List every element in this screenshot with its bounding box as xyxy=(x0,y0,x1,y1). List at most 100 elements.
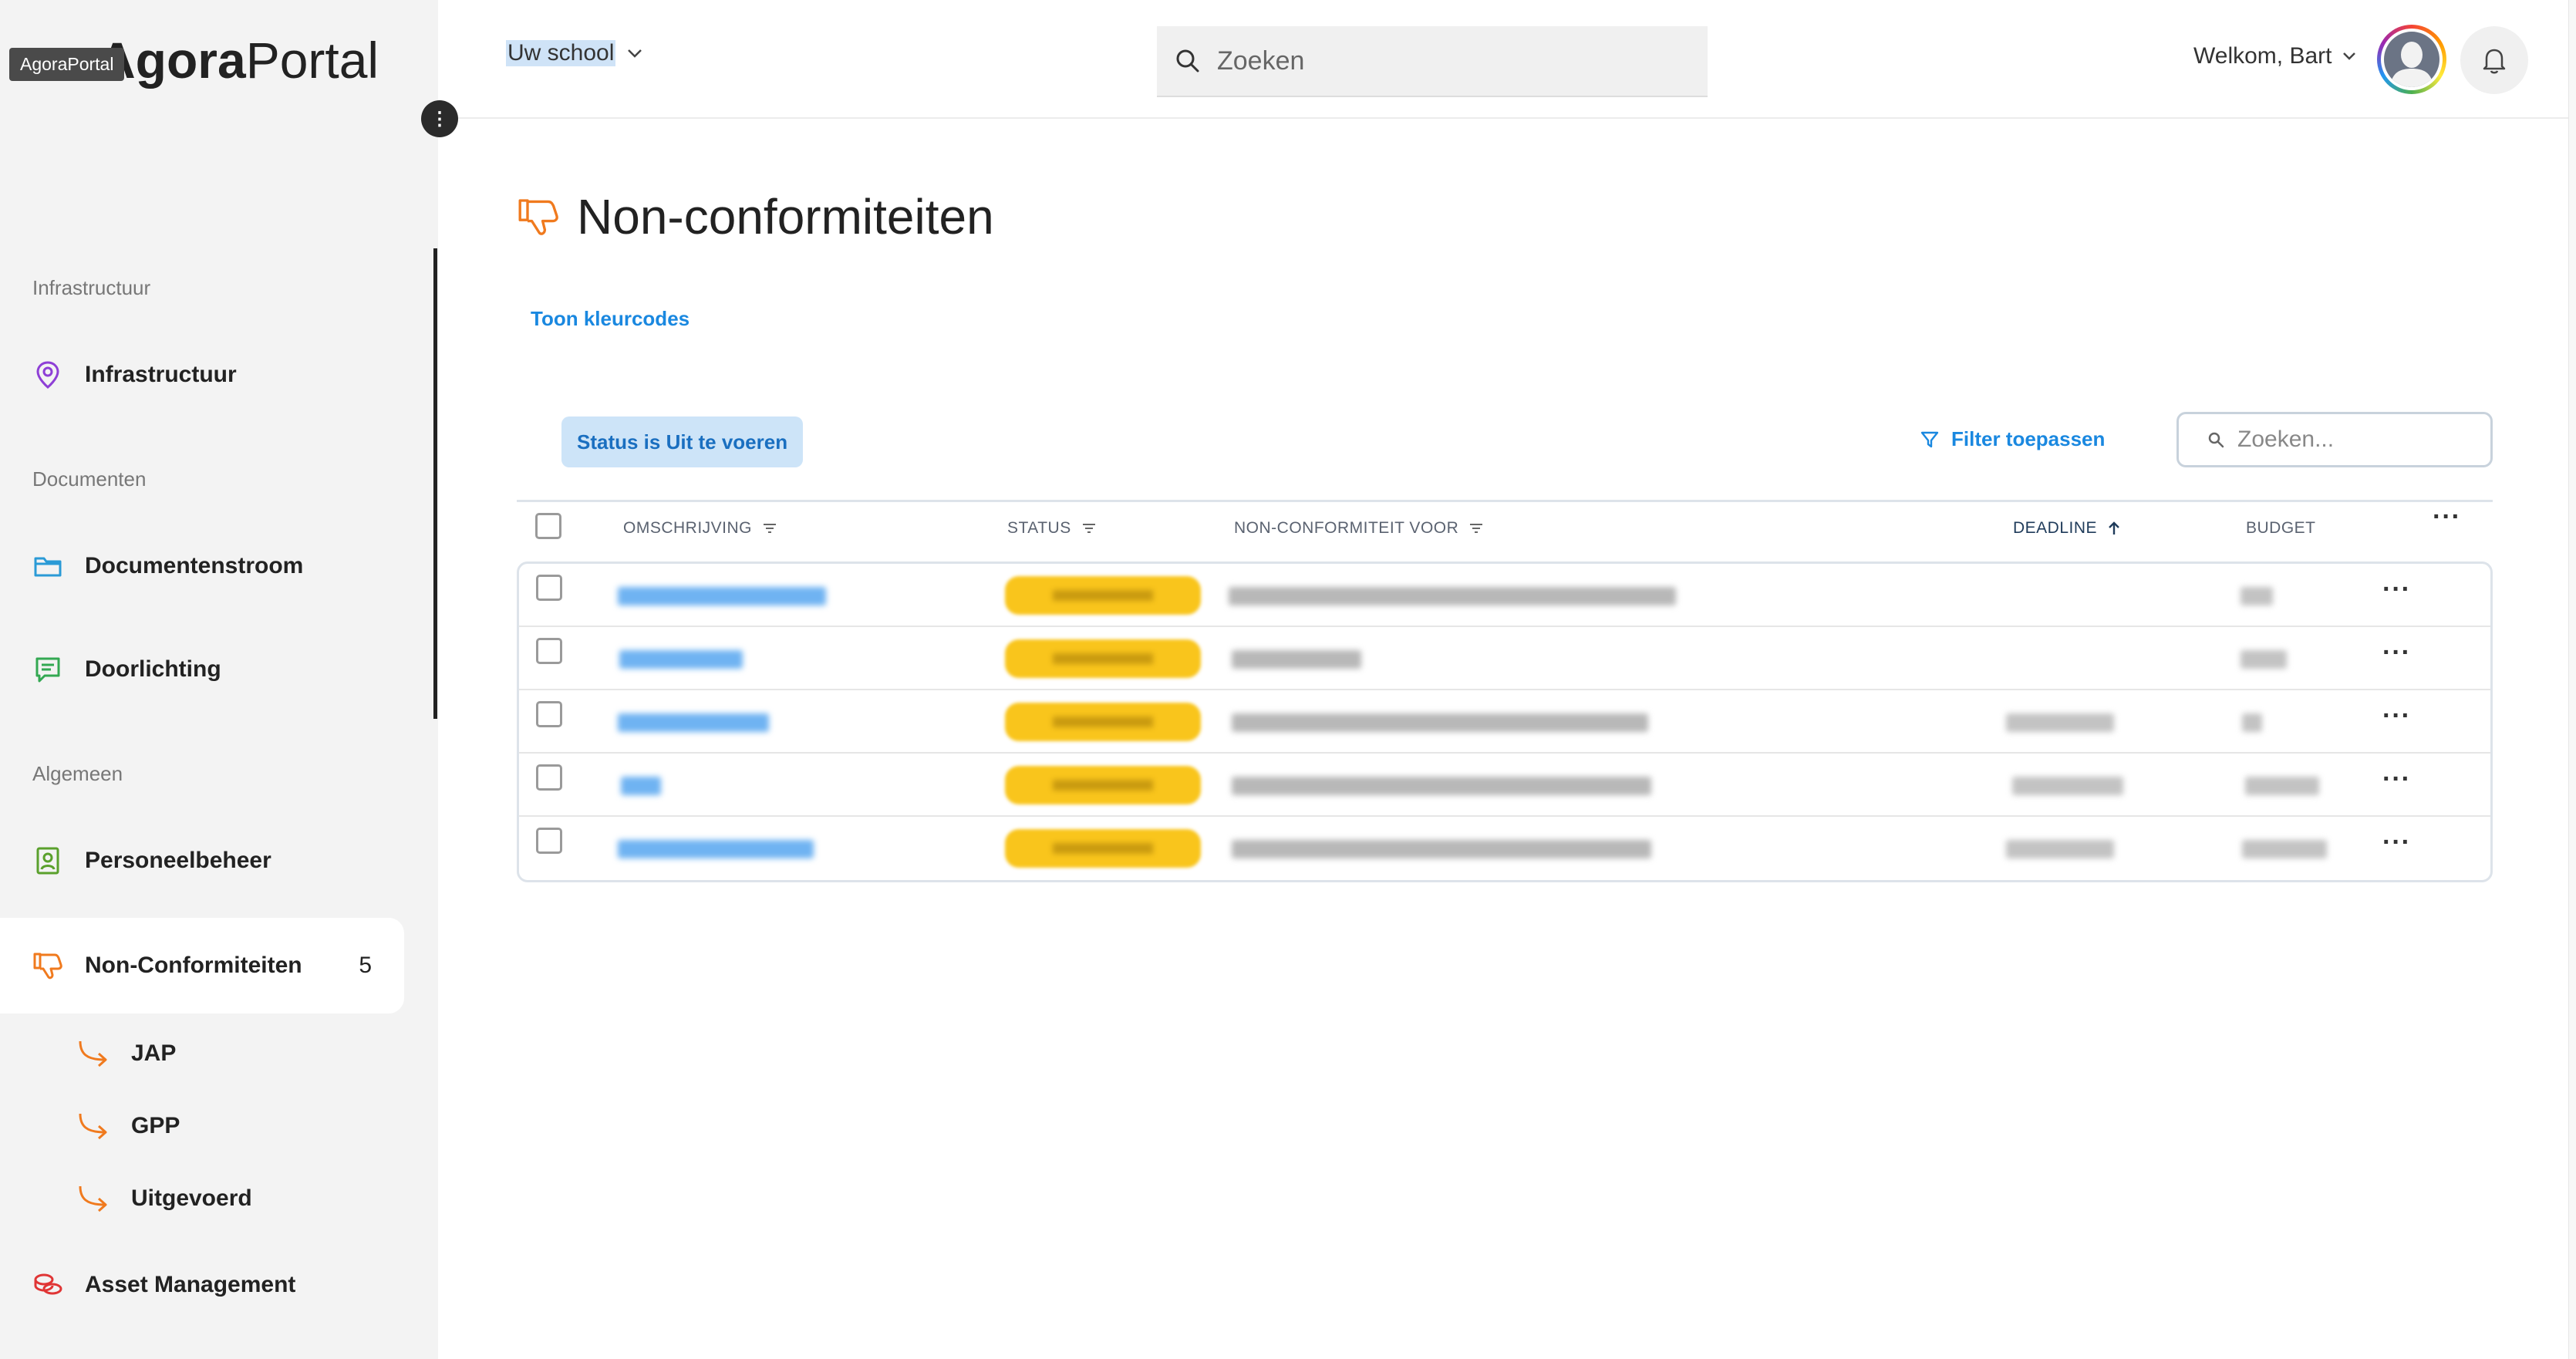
table-search-input[interactable]: Zoeken... xyxy=(2176,412,2493,467)
row-checkbox[interactable] xyxy=(536,575,562,601)
column-label: STATUS xyxy=(1007,519,1071,537)
sub-arrow-icon xyxy=(79,1113,107,1140)
thumbs-down-icon xyxy=(518,199,558,235)
column-options-button[interactable]: ··· xyxy=(2433,502,2461,532)
school-select[interactable]: Uw school xyxy=(506,40,643,66)
row-budget: redacted xyxy=(2242,840,2327,858)
sidebar-item-doorlichting[interactable]: Doorlichting xyxy=(0,622,404,717)
page-title: Non-conformiteiten xyxy=(577,189,994,244)
column-header-omschrijving[interactable]: OMSCHRIJVING xyxy=(623,519,777,538)
page-scrollbar[interactable] xyxy=(2568,0,2576,1359)
page-header: Non-conformiteiten xyxy=(517,188,994,245)
row-nc-for: redacted xyxy=(1232,713,1648,732)
sidebar-subitem-gpp[interactable]: GPP xyxy=(77,1103,180,1149)
row-checkbox[interactable] xyxy=(536,638,562,664)
table-row[interactable]: redacted redacted redacted redacted ··· xyxy=(519,754,2490,817)
row-status xyxy=(1005,766,1201,804)
logo-tooltip: AgoraPortal xyxy=(9,48,125,81)
sidebar-subitem-label: GPP xyxy=(131,1113,180,1138)
avatar[interactable] xyxy=(2377,25,2446,94)
column-header-non-conformiteit-voor[interactable]: NON-CONFORMITEIT VOOR xyxy=(1234,519,1483,538)
row-status xyxy=(1005,639,1201,678)
sidebar-subitem-label: JAP xyxy=(131,1040,177,1066)
sidebar-item-non-conformiteiten[interactable]: Non-Conformiteiten 5 xyxy=(0,918,404,1013)
show-color-codes-link[interactable]: Toon kleurcodes xyxy=(531,307,690,331)
id-badge-icon xyxy=(32,845,63,876)
row-actions-button[interactable]: ··· xyxy=(2382,828,2411,858)
global-search-placeholder: Zoeken xyxy=(1217,46,1305,76)
sort-ascending-icon xyxy=(2109,521,2119,534)
chevron-down-icon xyxy=(628,49,642,58)
sidebar-item-documentenstroom[interactable]: Documentenstroom xyxy=(0,518,404,614)
sidebar-item-label: Asset Management xyxy=(85,1272,296,1297)
sort-icon xyxy=(764,524,777,533)
sidebar-scrollbar[interactable] xyxy=(433,248,437,719)
row-actions-button[interactable]: ··· xyxy=(2382,764,2411,794)
search-icon xyxy=(2208,432,2224,448)
section-title-documenten: Documenten xyxy=(32,467,147,491)
coins-icon xyxy=(32,1270,63,1300)
column-header-deadline[interactable]: DEADLINE xyxy=(2013,519,2120,538)
row-budget: redacted xyxy=(2241,587,2273,605)
sub-arrow-icon xyxy=(79,1185,107,1212)
table-search-placeholder: Zoeken... xyxy=(2237,427,2335,452)
welcome-text: Welkom, Bart xyxy=(2193,43,2332,69)
row-status xyxy=(1005,703,1201,741)
comment-icon xyxy=(32,654,63,685)
user-menu[interactable]: Welkom, Bart xyxy=(2193,43,2357,69)
table-row[interactable]: redacted redacted redacted ··· xyxy=(519,627,2490,690)
notifications-button[interactable] xyxy=(2460,26,2528,94)
sidebar-item-label: Documentenstroom xyxy=(85,553,304,578)
sort-icon xyxy=(1082,524,1095,533)
sidebar-item-personeelbeheer[interactable]: Personeelbeheer xyxy=(0,813,404,909)
row-deadline: redacted xyxy=(2006,840,2114,858)
table-row[interactable]: redacted redacted redacted ··· xyxy=(519,564,2490,627)
row-actions-button[interactable]: ··· xyxy=(2382,638,2411,668)
table-header: OMSCHRIJVING STATUS NON-CONFORMITEIT VOO… xyxy=(517,500,2493,549)
app-logo[interactable]: AgoraPortal xyxy=(99,31,379,89)
row-actions-button[interactable]: ··· xyxy=(2382,701,2411,731)
row-budget: redacted xyxy=(2242,713,2262,732)
column-label: DEADLINE xyxy=(2013,519,2098,537)
row-checkbox[interactable] xyxy=(536,828,562,854)
sidebar-item-label: Infrastructuur xyxy=(85,362,237,387)
user-silhouette-icon xyxy=(2390,42,2433,87)
column-header-status[interactable]: STATUS xyxy=(1007,519,1096,538)
sidebar-subitem-uitgevoerd[interactable]: Uitgevoerd xyxy=(77,1175,252,1222)
row-actions-button[interactable]: ··· xyxy=(2382,575,2411,605)
row-description[interactable]: redacted xyxy=(621,777,661,795)
row-description[interactable]: redacted xyxy=(618,587,826,605)
apply-filter-button[interactable]: Filter toepassen xyxy=(1920,427,2105,451)
status-filter-chip[interactable]: Status is Uit te voeren xyxy=(561,416,804,467)
search-icon xyxy=(1176,49,1199,73)
global-search-input[interactable]: Zoeken xyxy=(1157,26,1708,97)
column-header-budget[interactable]: BUDGET xyxy=(2246,519,2316,538)
apply-filter-label: Filter toepassen xyxy=(1951,427,2106,450)
row-deadline: redacted xyxy=(2012,777,2123,795)
row-nc-for: redacted xyxy=(1229,587,1676,605)
sidebar-item-asset-management[interactable]: Asset Management xyxy=(0,1237,404,1333)
row-description[interactable]: redacted xyxy=(618,713,769,732)
row-budget: redacted xyxy=(2245,777,2319,795)
row-checkbox[interactable] xyxy=(536,764,562,791)
row-nc-for: redacted xyxy=(1232,650,1361,669)
row-budget: redacted xyxy=(2241,650,2287,669)
table-row[interactable]: redacted redacted redacted redacted ··· xyxy=(519,690,2490,754)
section-title-infrastructuur: Infrastructuur xyxy=(32,276,151,299)
sidebar-item-label: Personeelbeheer xyxy=(85,848,271,873)
row-checkbox[interactable] xyxy=(536,701,562,727)
select-all-checkbox[interactable] xyxy=(535,513,561,539)
sidebar-subitem-label: Uitgevoerd xyxy=(131,1185,252,1211)
row-description[interactable]: redacted xyxy=(618,840,814,858)
row-description[interactable]: redacted xyxy=(619,650,743,669)
sidebar-subitem-jap[interactable]: JAP xyxy=(77,1030,176,1077)
table-row[interactable]: redacted redacted redacted redacted ··· xyxy=(519,817,2490,880)
filter-icon xyxy=(1920,431,1939,447)
row-nc-for: redacted xyxy=(1232,777,1651,795)
sidebar-item-infrastructuur[interactable]: Infrastructuur xyxy=(0,327,404,423)
sidebar-collapse-button[interactable]: ⋮ xyxy=(421,100,458,137)
row-deadline: redacted xyxy=(2006,713,2114,732)
column-label: BUDGET xyxy=(2246,519,2316,537)
non-conformiteiten-count: 5 xyxy=(359,953,372,978)
sub-arrow-icon xyxy=(79,1040,107,1067)
